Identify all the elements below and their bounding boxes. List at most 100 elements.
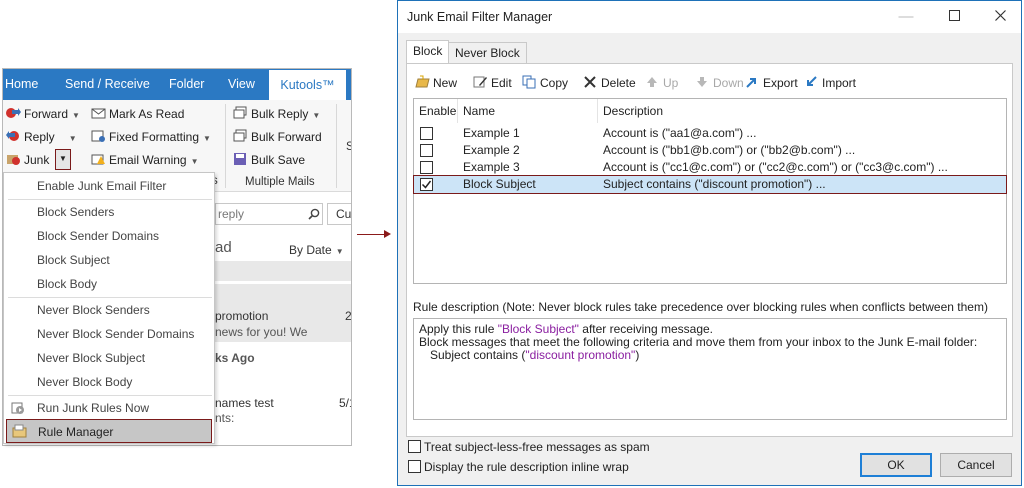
copy-button[interactable]: Copy <box>522 74 568 92</box>
menu-item-never-block-body[interactable]: Never Block Body <box>4 370 214 394</box>
reply-icon <box>6 131 19 141</box>
up-label: Up <box>663 76 679 90</box>
junk-dropdown-arrow[interactable]: ▼ <box>55 149 71 170</box>
enable-checkbox[interactable] <box>420 144 433 157</box>
up-button[interactable]: Up <box>645 74 678 92</box>
bulk-reply-icon <box>233 106 247 119</box>
chevron-down-icon: ▼ <box>68 134 77 143</box>
message-preview: nts: <box>215 411 235 425</box>
search-input[interactable]: reply <box>215 203 323 225</box>
export-button[interactable]: Export <box>745 74 798 92</box>
down-button[interactable]: Down <box>695 74 744 92</box>
group-label-multiple-mails: Multiple Mails <box>245 176 315 188</box>
bulk-save-icon <box>234 153 246 165</box>
message-subject[interactable]: names test <box>215 396 274 410</box>
rule-value-link[interactable]: "discount promotion" <box>525 348 635 362</box>
partial-ribbon-label: S <box>346 141 351 153</box>
bulk-save-button[interactable]: Bulk Save <box>233 150 305 170</box>
menu-item-label: Rule Manager <box>38 425 114 439</box>
edit-icon <box>473 76 487 88</box>
wrap-checkbox[interactable] <box>408 460 421 473</box>
message-subject: promotion <box>215 309 269 323</box>
import-button[interactable]: Import <box>804 74 856 92</box>
bulk-forward-button[interactable]: Bulk Forward <box>233 127 322 147</box>
enable-checkbox-checked[interactable] <box>420 178 433 191</box>
tab-view[interactable]: View <box>228 69 255 100</box>
minimize-icon: — <box>898 8 914 25</box>
fixed-formatting-button[interactable]: Fixed Formatting ▼ <box>91 127 211 147</box>
cancel-button[interactable]: Cancel <box>940 453 1012 477</box>
menu-item-block-senders[interactable]: Block Senders <box>4 200 214 224</box>
menu-item-block-body[interactable]: Block Body <box>4 272 214 296</box>
column-header-name[interactable]: Name <box>458 99 598 123</box>
menu-item-rule-manager[interactable]: Rule Manager <box>6 419 212 443</box>
wrap-option-label: Display the rule description inline wrap <box>424 460 629 474</box>
ok-button[interactable]: OK <box>860 453 932 477</box>
menu-item-block-subject[interactable]: Block Subject <box>4 248 214 272</box>
email-warning-label: Email Warning <box>109 153 187 167</box>
search-icon[interactable] <box>308 208 320 220</box>
forward-icon <box>6 108 21 118</box>
mark-as-read-button[interactable]: Mark As Read <box>91 104 184 124</box>
column-header-enable[interactable]: Enable <box>414 99 458 123</box>
menu-item-never-block-subject[interactable]: Never Block Subject <box>4 346 214 370</box>
tab-kutools[interactable]: Kutools™ <box>269 69 346 100</box>
minimize-button[interactable]: — <box>896 7 916 27</box>
rule-name-link[interactable]: "Block Subject" <box>498 322 579 336</box>
rule-row[interactable]: Example 3 Account is ("cc1@c.com") or ("… <box>414 159 1006 176</box>
rule-text: ) <box>635 348 640 362</box>
junk-icon <box>7 155 20 165</box>
bulk-reply-button[interactable]: Bulk Reply ▼ <box>233 104 320 124</box>
close-icon <box>994 10 1006 21</box>
rule-description-line: Subject contains ("discount promotion") <box>419 349 1001 362</box>
email-warning-button[interactable]: Email Warning ▼ <box>91 150 199 170</box>
chevron-down-icon: ▼ <box>190 157 199 166</box>
delete-button[interactable]: Delete <box>583 74 636 92</box>
rule-row[interactable]: Example 1 Account is ("aa1@a.com") ... <box>414 125 1006 142</box>
chevron-down-icon: ▼ <box>335 247 344 256</box>
fixed-formatting-label: Fixed Formatting <box>109 130 200 144</box>
tab-folder[interactable]: Folder <box>169 69 204 100</box>
maximize-button[interactable] <box>944 7 964 27</box>
column-header-description[interactable]: Description <box>598 99 1006 123</box>
spam-option[interactable]: Treat subject-less-free messages as spam <box>408 440 650 454</box>
checkmark-icon <box>421 180 432 189</box>
tab-block[interactable]: Block <box>406 40 450 64</box>
tab-home[interactable]: Home <box>5 69 38 100</box>
bulk-forward-icon <box>233 129 247 142</box>
forward-button[interactable]: Forward ▼ <box>6 104 80 124</box>
message-item-selected[interactable]: promotion 2 news for you! We <box>215 284 351 342</box>
spam-checkbox[interactable] <box>408 440 421 453</box>
current-mailbox-dropdown[interactable]: Cu <box>327 203 351 225</box>
group-header: ks Ago <box>215 351 255 365</box>
menu-item-enable-junk-filter[interactable]: Enable Junk Email Filter <box>4 174 214 198</box>
rule-row-selected[interactable]: Block Subject Subject contains ("discoun… <box>413 175 1007 194</box>
mark-as-read-label: Mark As Read <box>109 107 185 121</box>
new-icon <box>415 75 430 88</box>
rule-text: Apply this rule <box>419 322 498 336</box>
rule-name: Example 2 <box>463 143 520 157</box>
reply-button[interactable]: Reply ▼ <box>6 127 77 147</box>
export-label: Export <box>763 76 798 90</box>
menu-item-never-block-sender-domains[interactable]: Never Block Sender Domains <box>4 322 214 346</box>
junk-button[interactable]: Junk <box>6 150 49 170</box>
rule-manager-icon <box>12 424 27 438</box>
wrap-option[interactable]: Display the rule description inline wrap <box>408 460 629 474</box>
menu-item-never-block-senders[interactable]: Never Block Senders <box>4 298 214 322</box>
delete-icon <box>584 76 596 88</box>
new-button[interactable]: New <box>415 74 457 92</box>
edit-button[interactable]: Edit <box>473 74 512 92</box>
menu-item-run-junk-rules[interactable]: Run Junk Rules Now <box>4 396 214 420</box>
new-label: New <box>433 76 458 90</box>
rule-row[interactable]: Example 2 Account is ("bb1@b.com") or ("… <box>414 142 1006 159</box>
enable-checkbox[interactable] <box>420 127 433 140</box>
tab-never-block[interactable]: Never Block <box>448 42 527 63</box>
tab-send-receive[interactable]: Send / Receive <box>65 69 150 100</box>
sort-by-date[interactable]: By Date ▼ <box>289 243 344 257</box>
ribbon-divider <box>336 104 337 188</box>
menu-item-block-sender-domains[interactable]: Block Sender Domains <box>4 224 214 248</box>
close-button[interactable] <box>990 7 1010 27</box>
run-rules-icon <box>11 402 24 414</box>
enable-checkbox[interactable] <box>420 161 433 174</box>
block-tab-panel: New Edit Copy Delete Up Down Export Impo… <box>406 63 1013 437</box>
